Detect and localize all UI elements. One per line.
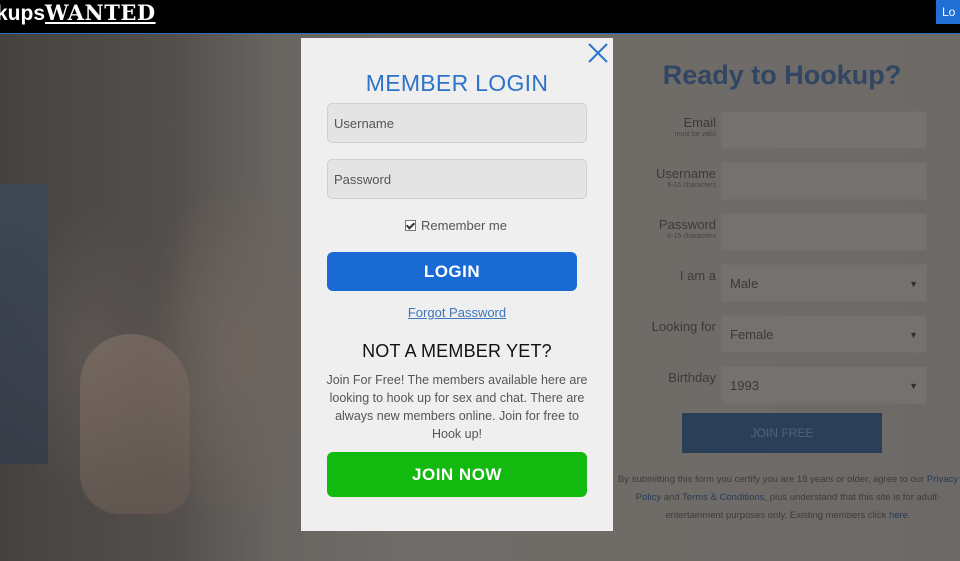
password-input[interactable]: [327, 159, 587, 199]
top-bar: kupsWANTED Lo: [0, 0, 960, 34]
remember-me-label: Remember me: [421, 218, 507, 233]
header-login-button[interactable]: Lo: [936, 0, 960, 24]
logo-wanted: WANTED: [45, 0, 156, 25]
not-member-text: Join For Free! The members available her…: [326, 373, 588, 441]
site-logo[interactable]: kupsWANTED: [0, 0, 156, 28]
remember-me-checkbox[interactable]: [405, 220, 416, 231]
logo-prefix: kups: [0, 2, 46, 25]
not-member-title: NOT A MEMBER YET?: [362, 341, 552, 361]
forgot-password-link[interactable]: Forgot Password: [301, 305, 613, 320]
login-button[interactable]: LOGIN: [327, 252, 577, 291]
username-input[interactable]: [327, 103, 587, 143]
member-login-title: MEMBER LOGIN: [365, 70, 549, 96]
close-icon[interactable]: [586, 41, 610, 65]
remember-me[interactable]: Remember me: [405, 218, 507, 233]
join-now-button[interactable]: JOIN NOW: [327, 452, 587, 497]
